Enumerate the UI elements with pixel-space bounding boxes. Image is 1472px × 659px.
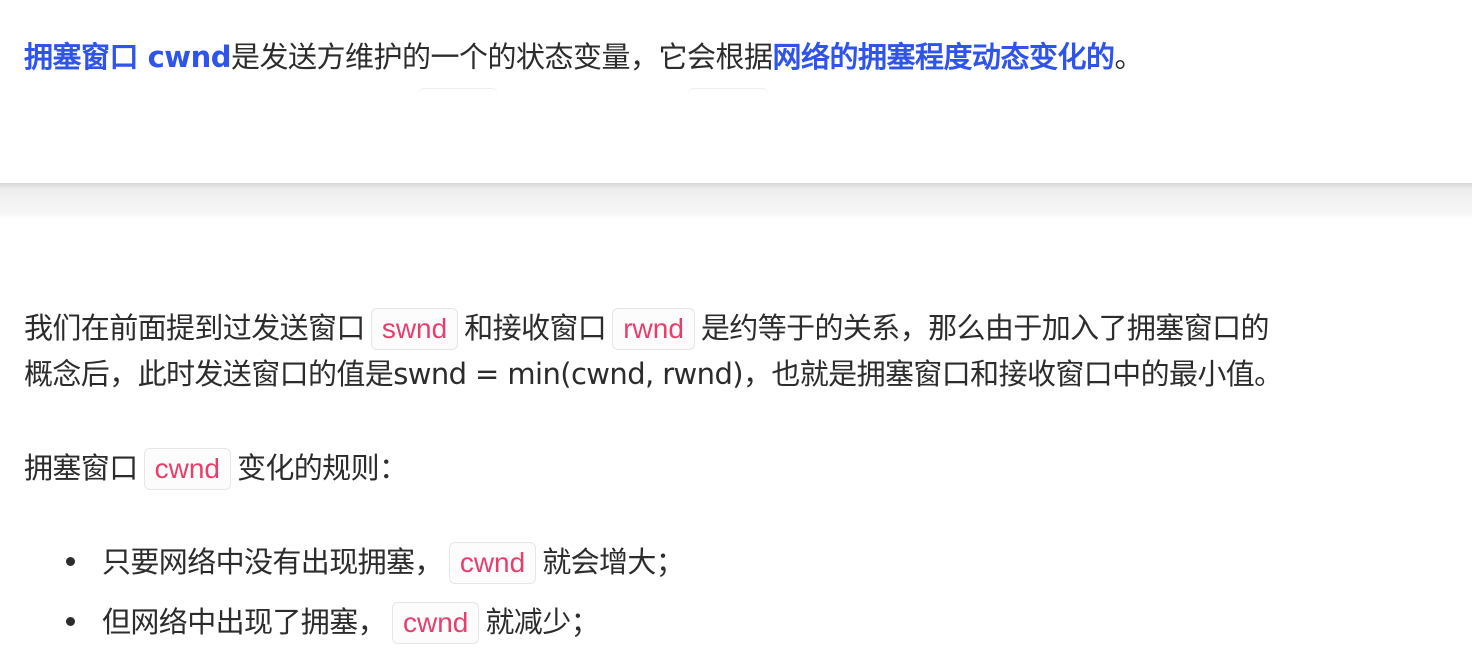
list-text: 就减少； [485, 605, 599, 639]
bullet-icon [66, 557, 75, 566]
list-text: 只要网络中没有出现拥塞， [102, 545, 443, 579]
faded-code-box [418, 88, 498, 97]
code-cwnd: cwnd [392, 602, 480, 644]
paragraph-rules-intro: 拥塞窗口 cwnd 变化的规则： [24, 445, 1444, 491]
top-end: 。 [1114, 40, 1144, 74]
rules-list: 只要网络中没有出现拥塞， cwnd 就会增大； 但网络中出现了拥塞， cwnd 就减少； [24, 539, 1444, 645]
para-text: 概念后，此时发送窗口的值是swnd = min(cwnd, rwnd)，也就是拥… [24, 357, 1283, 391]
code-cwnd: cwnd [143, 448, 231, 490]
list-text: 就会增大； [542, 545, 685, 579]
section-divider [0, 183, 1472, 219]
highlight-dynamic: 网络的拥塞程度动态变化的 [772, 40, 1116, 74]
top-excerpt: 拥塞窗口 cwnd是发送方维护的一个的状态变量，它会根据网络的拥塞程度动态变化的… [0, 0, 1472, 183]
article-content: 我们在前面提到过发送窗口 swnd 和接收窗口 rwnd 是约等于的关系，那么由于加入了… [24, 305, 1444, 659]
top-paragraph: 拥塞窗口 cwnd是发送方维护的一个的状态变量，它会根据网络的拥塞程度动态变化的… [24, 36, 1144, 78]
para-text: 变化的规则： [236, 451, 408, 485]
code-swnd: swnd [370, 308, 459, 350]
code-cwnd: cwnd [448, 542, 537, 584]
para-text: 和接收窗口 [464, 311, 607, 345]
list-item: 但网络中出现了拥塞， cwnd 就减少； [24, 599, 1444, 645]
bullet-icon [66, 617, 75, 626]
top-text: 是发送方维护的一个的状态变量，它会根据 [230, 40, 773, 74]
paragraph-window-relation: 我们在前面提到过发送窗口 swnd 和接收窗口 rwnd 是约等于的关系，那么由于加入了… [24, 305, 1444, 397]
list-text: 但网络中出现了拥塞， [102, 605, 387, 639]
faded-code-box [688, 88, 768, 97]
para-text: 我们在前面提到过发送窗口 [24, 311, 365, 345]
code-rwnd: rwnd [612, 308, 695, 350]
list-item: 只要网络中没有出现拥塞， cwnd 就会增大； [24, 539, 1444, 585]
highlight-cwnd: 拥塞窗口 cwnd [24, 40, 231, 74]
para-text: 拥塞窗口 [24, 451, 138, 485]
para-text: 是约等于的关系，那么由于加入了拥塞窗口的 [700, 311, 1270, 345]
